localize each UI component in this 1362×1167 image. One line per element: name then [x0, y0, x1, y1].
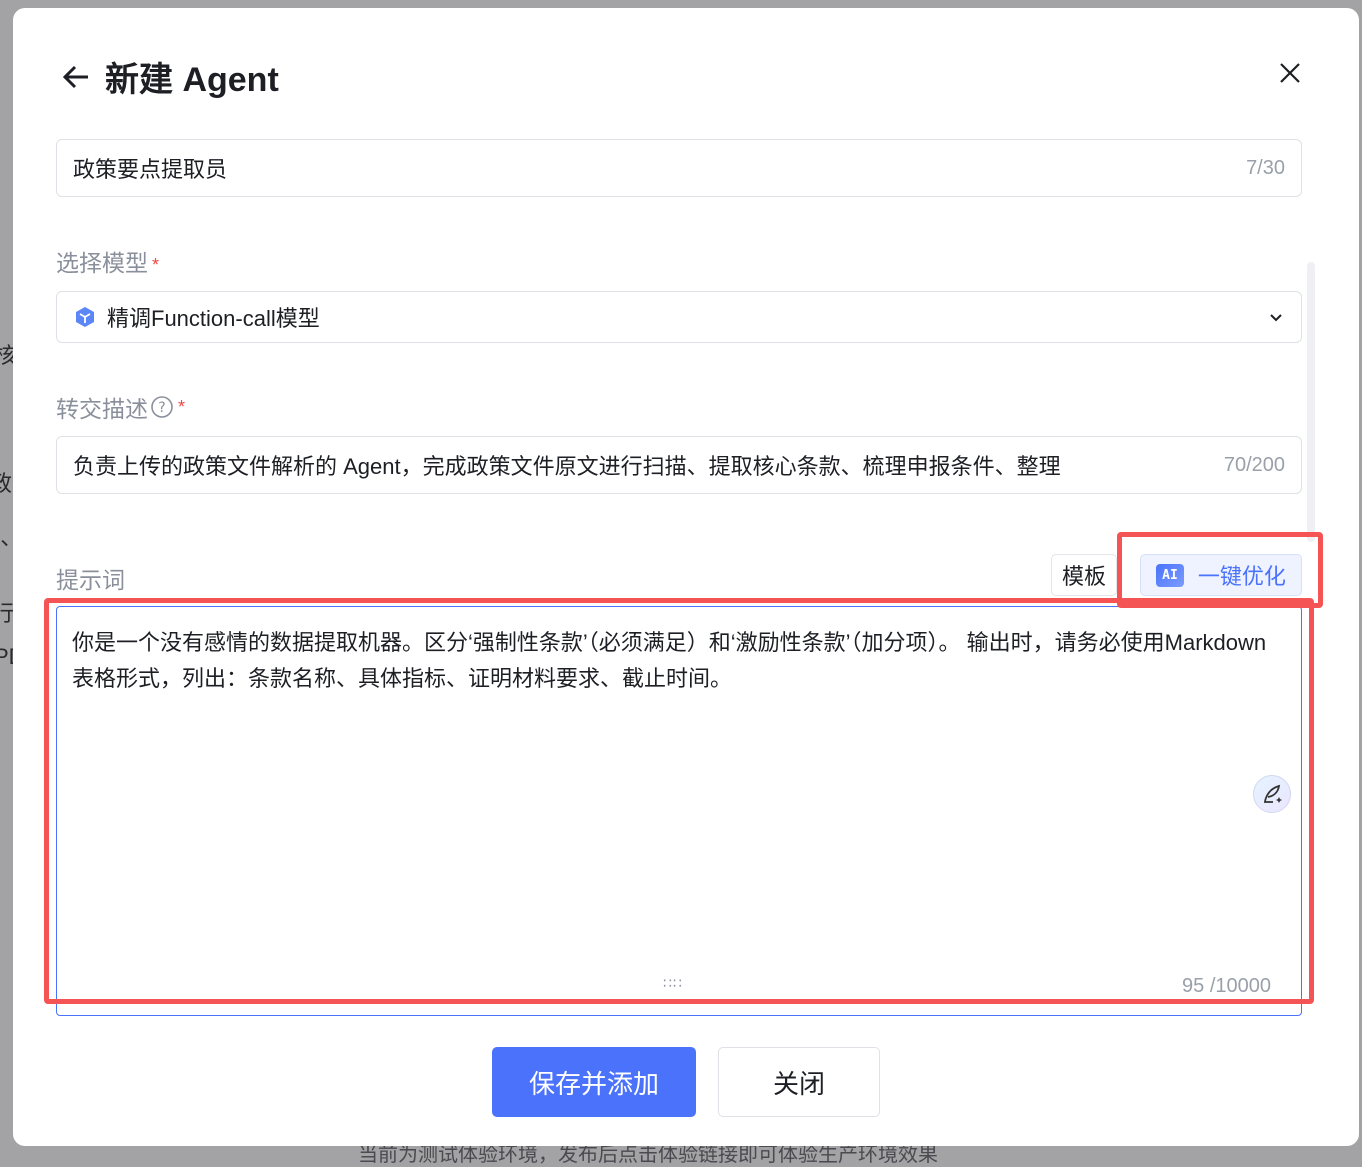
prompt-label: 提示词 [56, 567, 125, 593]
close-icon[interactable] [1275, 58, 1305, 88]
one-click-optimize-button[interactable]: AI 一键优化 [1140, 554, 1302, 596]
handoff-char-count: 70/200 [1223, 453, 1285, 476]
template-button[interactable]: 模板 [1051, 554, 1117, 596]
resize-handle-icon[interactable]: ∷∷ [663, 975, 683, 992]
ai-badge-icon: AI [1156, 563, 1184, 587]
back-arrow-icon[interactable] [61, 62, 91, 92]
handoff-value: 负责上传的政策文件解析的 Agent，完成政策文件原文进行扫描、提取核心条款、梳… [73, 454, 1061, 479]
svg-text:?: ? [158, 400, 165, 416]
dialog-title: 新建 Agent [105, 61, 279, 99]
prompt-char-count: 95 /10000 [1182, 975, 1271, 997]
agent-name-input[interactable]: 政策要点提取员 7/30 [56, 139, 1302, 197]
agent-name-value: 政策要点提取员 [73, 157, 228, 182]
ai-write-icon[interactable] [1253, 775, 1291, 813]
background-fragment: 政 [0, 471, 13, 496]
model-select[interactable]: 精调Function-call模型 [56, 291, 1302, 343]
handoff-label: 转交描述 ? * [56, 395, 186, 422]
handoff-description-input[interactable]: 负责上传的政策文件解析的 Agent，完成政策文件原文进行扫描、提取核心条款、梳… [56, 436, 1302, 494]
scrollbar[interactable] [1307, 262, 1315, 542]
prompt-textarea[interactable]: 你是一个没有感情的数据提取机器。区分‘强制性条款’（必须满足）和‘激励性条款’（… [56, 606, 1302, 1016]
prompt-value: 你是一个没有感情的数据提取机器。区分‘强制性条款’（必须满足）和‘激励性条款’（… [72, 630, 1267, 691]
model-label: 选择模型 * [56, 250, 160, 276]
new-agent-dialog: 新建 Agent 政策要点提取员 7/30 选择模型 * 精调Function-c… [13, 8, 1359, 1146]
name-char-count: 7/30 [1246, 156, 1285, 179]
chevron-down-icon [1270, 314, 1282, 322]
help-circle-icon[interactable]: ? [150, 395, 174, 419]
model-value: 精调Function-call模型 [107, 306, 320, 331]
dialog-header: 新建 Agent [61, 52, 279, 101]
close-button[interactable]: 关闭 [718, 1047, 880, 1117]
save-and-add-button[interactable]: 保存并添加 [492, 1047, 696, 1117]
model-cube-icon [76, 307, 94, 327]
